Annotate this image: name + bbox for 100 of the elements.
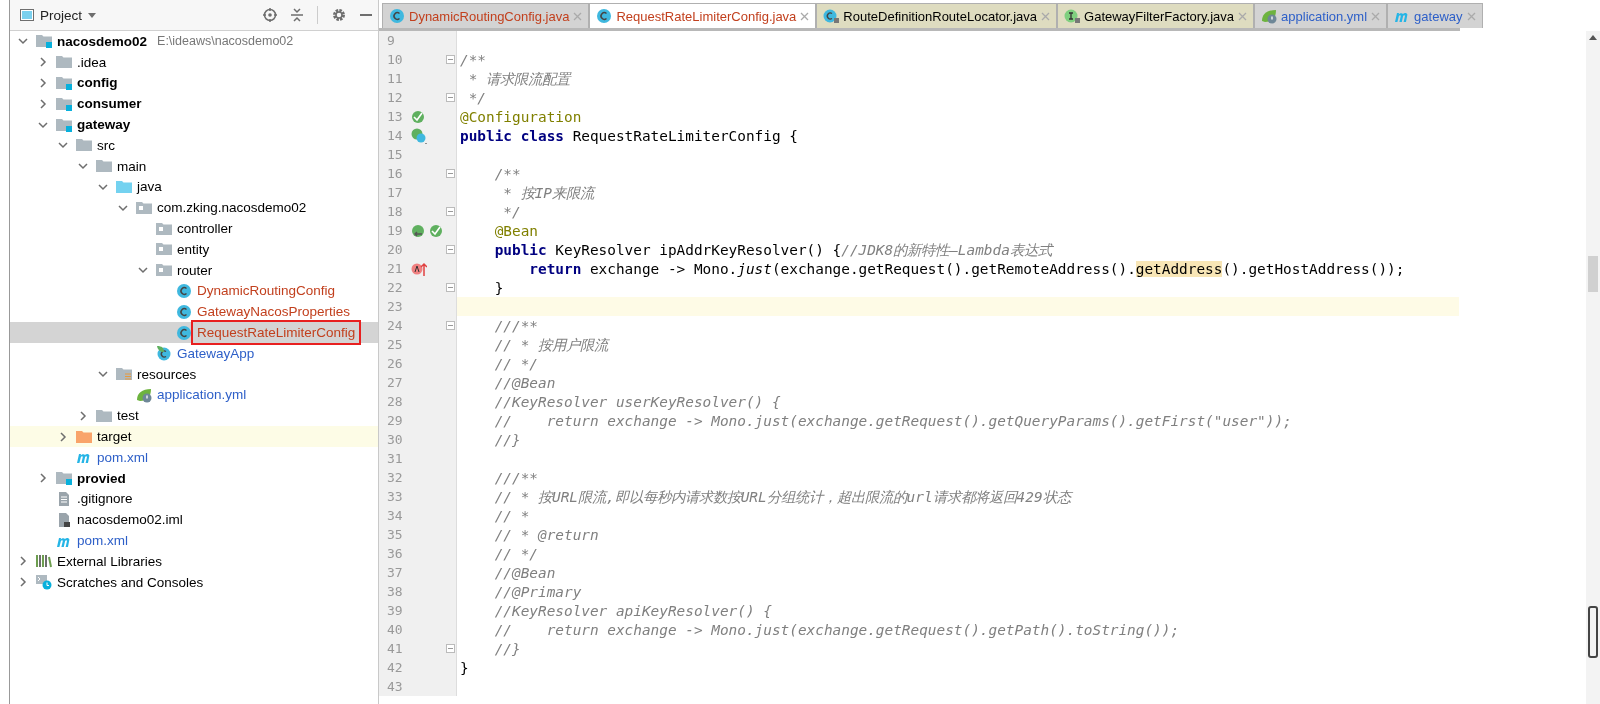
editor-tab[interactable]: DynamicRoutingConfig.java	[382, 3, 590, 28]
spring-leaf-icon	[1261, 8, 1278, 24]
caret-icon[interactable]	[88, 12, 97, 18]
line-number: 40	[386, 622, 404, 637]
tree-item[interactable]: config	[10, 72, 378, 94]
line-number: 20	[386, 242, 404, 257]
collapsed-chevron-icon[interactable]	[78, 410, 88, 421]
tree-item[interactable]: RequestRateLimiterConfig	[10, 322, 378, 343]
tree-label: DynamicRoutingConfig	[196, 282, 337, 300]
settings-icon[interactable]	[332, 8, 346, 22]
tree-item[interactable]: provied	[10, 467, 378, 489]
scroll-thumb[interactable]	[1588, 256, 1598, 292]
expanded-chevron-icon[interactable]	[38, 119, 48, 130]
collapsed-chevron-icon[interactable]	[38, 98, 48, 109]
fold-marker-icon[interactable]	[446, 93, 456, 102]
collapsed-chevron-icon[interactable]	[38, 57, 48, 68]
collapsed-chevron-icon[interactable]	[18, 577, 28, 588]
editor-tab[interactable]: RouteDefinitionRouteLocator.java	[816, 3, 1058, 28]
class-icon	[176, 282, 192, 299]
tree-item[interactable]: resources	[10, 363, 378, 385]
code-line: */	[467, 88, 486, 107]
libraries-icon	[36, 553, 52, 570]
target-icon[interactable]	[263, 8, 277, 22]
collapsed-chevron-icon[interactable]	[38, 78, 48, 88]
editor-tab[interactable]: application.yml	[1254, 3, 1388, 28]
bean-icon[interactable]	[428, 222, 445, 239]
tree-item[interactable]: consumer	[10, 93, 378, 115]
lambda-up-arrow-icon[interactable]	[410, 260, 427, 277]
editor-tab[interactable]: gateway	[1387, 3, 1483, 28]
code-line: ///**	[493, 468, 538, 487]
collapse-icon[interactable]	[291, 8, 303, 22]
tree-item[interactable]: nacosdemo02.iml	[10, 509, 378, 531]
expanded-chevron-icon[interactable]	[78, 161, 88, 172]
collapsed-chevron-icon[interactable]	[58, 431, 68, 442]
tree-item[interactable]: java	[10, 176, 378, 198]
tree-label: .idea	[76, 53, 108, 71]
tree-label: router	[176, 261, 214, 279]
tree-item[interactable]: pom.xml	[10, 446, 378, 468]
tree-item[interactable]: target	[10, 426, 378, 447]
code-line: // return exchange -> Mono.just(exchange.getRequest().getQueryParams().getFirst("user"));	[493, 411, 1292, 430]
tree-item[interactable]: test	[10, 405, 378, 427]
code-line: // */	[493, 544, 538, 563]
locked-class-icon	[823, 8, 840, 24]
line-number: 10	[386, 52, 404, 67]
line-number: 27	[386, 375, 404, 390]
line-number: 38	[386, 584, 404, 599]
tree-label: nacosdemo02.iml	[76, 511, 184, 529]
expanded-chevron-icon[interactable]	[98, 369, 108, 380]
package-icon	[136, 199, 152, 216]
tree-item[interactable]: DynamicRoutingConfig	[10, 280, 378, 302]
tree-item[interactable]: gateway	[10, 114, 378, 135]
bean-navigate-icon[interactable]	[410, 222, 427, 239]
fold-marker-icon[interactable]	[446, 245, 456, 254]
tree-label: .gitignore	[76, 490, 134, 508]
tree-item[interactable]: controller	[10, 218, 378, 239]
fold-marker-icon[interactable]	[446, 644, 456, 653]
tree-label: target	[96, 428, 133, 446]
tree-item[interactable]: GatewayApp	[10, 342, 378, 364]
tree-label: src	[96, 136, 116, 154]
tree-item[interactable]: Scratches and Consoles	[10, 571, 378, 593]
code-line: /**	[460, 50, 486, 69]
package-icon	[156, 241, 172, 258]
bean-icon[interactable]	[410, 108, 427, 125]
expanded-chevron-icon[interactable]	[138, 265, 148, 276]
panel-title[interactable]: Project	[40, 7, 83, 23]
line-number: 30	[386, 432, 404, 447]
tree-item[interactable]: .idea	[10, 51, 378, 73]
expanded-chevron-icon[interactable]	[98, 181, 108, 192]
tree-item[interactable]: router	[10, 259, 378, 281]
module-folder-icon	[36, 33, 52, 50]
tree-item[interactable]: entity	[10, 238, 378, 260]
tree-item[interactable]: nacosdemo02 E:\ideaws\nacosdemo02	[10, 31, 378, 52]
tree-item[interactable]: .gitignore	[10, 488, 378, 510]
fold-marker-icon[interactable]	[446, 321, 456, 330]
tree-item[interactable]: main	[10, 155, 378, 177]
folder-icon	[96, 407, 112, 424]
tree-item[interactable]: External Libraries	[10, 550, 378, 572]
expanded-chevron-icon[interactable]	[118, 202, 128, 213]
tree-item[interactable]: application.yml	[10, 384, 378, 406]
expanded-chevron-icon[interactable]	[58, 140, 68, 151]
fold-marker-icon[interactable]	[446, 55, 456, 64]
code-line: ///**	[493, 316, 538, 335]
tree-item[interactable]: com.zking.nacosdemo02	[10, 197, 378, 219]
collapsed-chevron-icon[interactable]	[38, 473, 48, 484]
scroll-up-icon[interactable]	[1589, 35, 1597, 40]
fold-marker-icon[interactable]	[446, 207, 456, 216]
module-folder-icon	[56, 75, 72, 91]
tree-item[interactable]: pom.xml	[10, 530, 378, 551]
expanded-chevron-icon[interactable]	[18, 36, 28, 47]
fold-marker-icon[interactable]	[446, 169, 456, 178]
spring-class-icon	[156, 345, 172, 362]
collapsed-chevron-icon[interactable]	[18, 556, 28, 567]
tree-item[interactable]: src	[10, 135, 378, 156]
tree-item[interactable]: GatewayNacosProperties	[10, 301, 378, 323]
tree-label: resources	[136, 365, 198, 383]
editor-tab[interactable]: GatewayFilterFactory.java	[1057, 3, 1255, 28]
class-icon	[176, 324, 192, 341]
scrollbar[interactable]	[1586, 31, 1600, 704]
fold-marker-icon[interactable]	[446, 283, 456, 292]
editor-tab[interactable]: RequestRateLimiterConfig.java	[589, 3, 817, 28]
